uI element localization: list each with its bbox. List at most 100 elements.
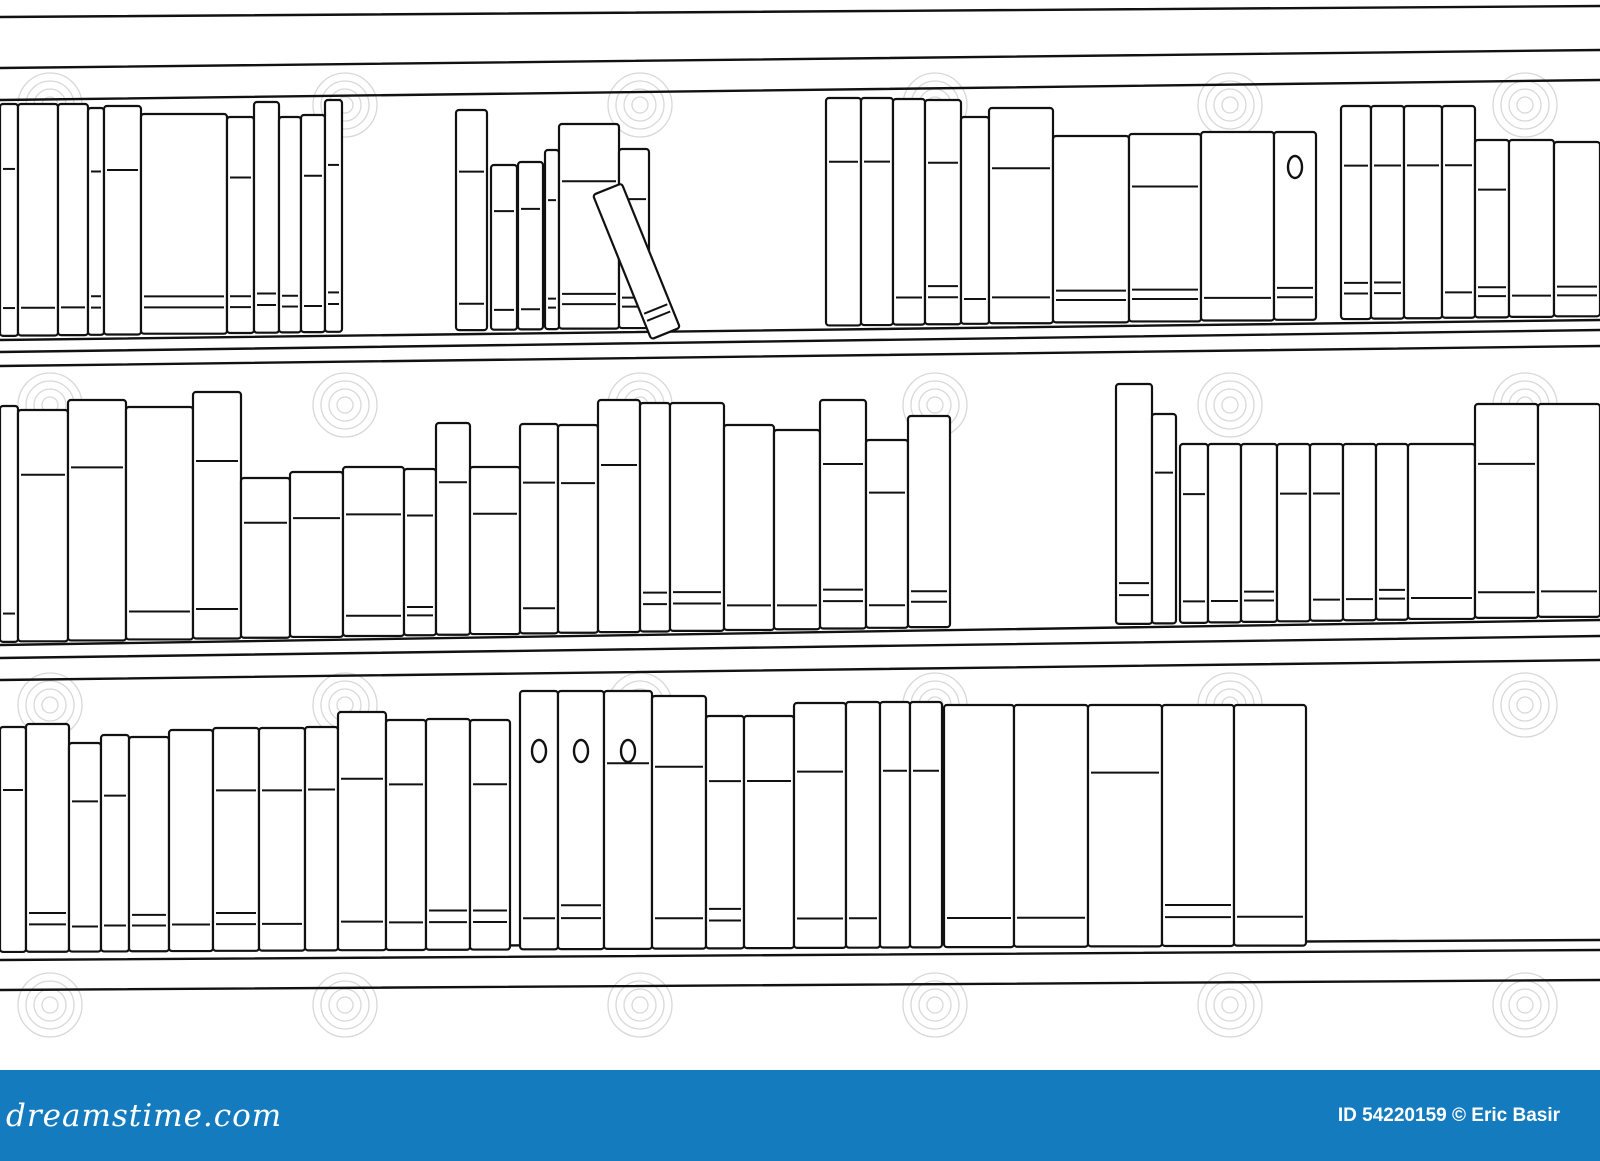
book-spine [1552, 140, 1600, 318]
book-spine [384, 718, 428, 952]
book-spine [468, 465, 522, 636]
book-spine [959, 115, 991, 325]
book-spine [1199, 130, 1276, 322]
book-spine [818, 398, 868, 630]
book-spine [1272, 130, 1318, 321]
book-spine [906, 414, 952, 629]
book-spine [638, 401, 672, 633]
book-spine [66, 398, 128, 642]
book-spine [239, 476, 292, 639]
book-spine [859, 96, 895, 327]
shelf-3 [0, 689, 1308, 954]
book-spine [402, 467, 438, 637]
book-spine [252, 100, 281, 334]
book-spine [1473, 138, 1511, 319]
book-spine [1341, 442, 1378, 622]
books [0, 96, 1600, 954]
author-credit: © Eric Basir [1452, 1104, 1560, 1126]
book-spine [650, 694, 708, 950]
book-spine [1507, 138, 1556, 318]
book-spine [86, 106, 106, 336]
book-spine [1012, 703, 1090, 948]
book-spine [1086, 703, 1164, 948]
book-spine [0, 102, 20, 337]
book-spine [1374, 442, 1410, 621]
book-spine [844, 700, 882, 949]
shelf-1 [0, 96, 1600, 340]
book-spine [1127, 132, 1203, 323]
book-spine [556, 689, 606, 951]
book-spine [454, 108, 489, 332]
book-spine [139, 112, 229, 335]
image-credit: ID 54220159 © Eric Basir [1338, 1105, 1560, 1127]
book-spine [424, 717, 472, 951]
book-spine [1178, 442, 1210, 624]
shelf-2 [0, 382, 1600, 643]
book-spine [1406, 442, 1477, 621]
book-spine [167, 728, 215, 953]
book-spine [602, 689, 654, 950]
book-spine [1114, 382, 1154, 625]
book-spine [67, 741, 103, 953]
book-spine [99, 733, 131, 953]
book-spine [489, 163, 519, 331]
book-spine [1536, 402, 1600, 618]
book-spine [1160, 703, 1236, 948]
book-spine [0, 404, 20, 643]
book-spine [127, 735, 171, 953]
book-spine [341, 465, 406, 638]
bookshelf-illustration [0, 4, 1600, 1038]
book-spine [124, 405, 195, 641]
book-spine [1051, 134, 1131, 324]
book-spine [824, 96, 863, 327]
book-spine [1402, 104, 1444, 320]
book-spine [908, 700, 944, 949]
book-spine [722, 423, 776, 632]
book-spine [1150, 412, 1178, 625]
book-spine [1339, 104, 1373, 321]
book-spine [518, 689, 560, 951]
book-spine [468, 718, 512, 951]
book-spine [288, 470, 345, 639]
book-spine [211, 726, 261, 952]
book-spine [1232, 703, 1308, 947]
book-spine [434, 421, 472, 636]
footer-bar: dreamstime.com ID 54220159 © Eric Basir [0, 1070, 1600, 1161]
book-spine [299, 113, 327, 334]
book-spine [792, 701, 848, 949]
book-spine [303, 725, 340, 952]
book-spine [1275, 442, 1312, 623]
book-spine [1369, 104, 1406, 320]
book-spine [516, 160, 545, 331]
book-spine [1308, 442, 1345, 622]
book-spine [56, 102, 90, 337]
book-spine [878, 700, 912, 949]
book-spine [102, 104, 143, 336]
book-spine [1473, 402, 1540, 619]
book-spine [0, 725, 28, 954]
book-spine [923, 98, 963, 326]
brand-logo[interactable]: dreamstime.com [6, 1098, 282, 1134]
book-spine [864, 438, 910, 629]
stock-id: ID 54220159 [1337, 1104, 1447, 1126]
book-spine [323, 98, 344, 333]
book-spine [772, 428, 822, 631]
book-spine [257, 726, 307, 952]
book-spine [1239, 442, 1279, 623]
book-spine [16, 102, 60, 337]
book-spine [668, 401, 726, 632]
book-spine [596, 398, 642, 634]
book-spine [336, 710, 388, 952]
book-spine [191, 390, 243, 640]
book-spine [543, 148, 561, 331]
book-spine [987, 106, 1055, 325]
book-spine [742, 714, 796, 950]
book-spine [277, 115, 303, 334]
book-spine [704, 714, 746, 950]
book-spine [556, 423, 600, 634]
book-spine [942, 703, 1016, 949]
book-spine [891, 97, 927, 326]
book-spine [225, 115, 256, 335]
book-spine [24, 722, 71, 953]
book-spine [1440, 104, 1477, 319]
